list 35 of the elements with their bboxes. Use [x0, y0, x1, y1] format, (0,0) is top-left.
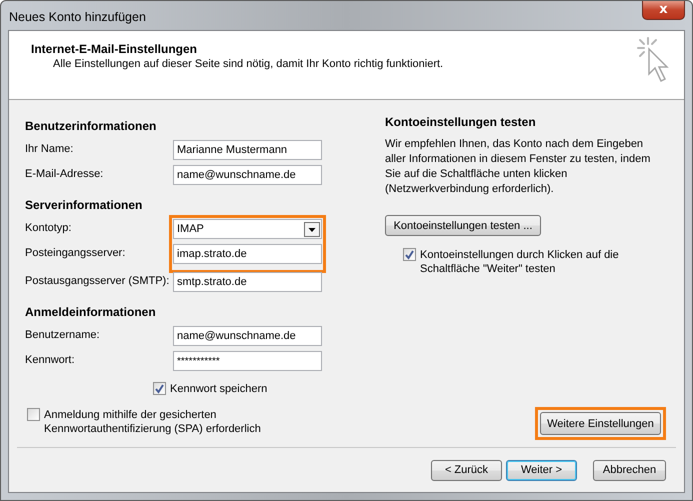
- field-label: E-Mail-Adresse:: [25, 167, 104, 182]
- field-label: Kennwort:: [25, 353, 76, 368]
- wizard-button[interactable]: < Zurück: [431, 460, 502, 480]
- section-heading: Kontoeinstellungen testen: [385, 114, 537, 130]
- checkbox[interactable]: [403, 248, 416, 261]
- checkbox-label: Kennwort speichern: [170, 382, 268, 394]
- account-type-dropdown[interactable]: IMAP: [173, 219, 322, 239]
- section-heading: Anmeldeinformationen: [25, 304, 157, 320]
- field-label: Ihr Name:: [25, 142, 74, 157]
- wizard-button[interactable]: Abbrechen: [593, 460, 666, 480]
- description-text: Wir empfehlen Ihnen, das Konto nach dem Eingeben aller Informationen in diesem Fenster zu testen, indem Sie auf die Schaltfläche unten klicken (Netzwerkverbindung erforderlich).: [385, 137, 652, 197]
- checkbox-label: Kontoeinstellungen durch Klicken auf die Schaltfläche "Weiter" testen: [420, 248, 620, 276]
- close-button[interactable]: x: [642, 1, 685, 20]
- input-field[interactable]: smtp.strato.de: [173, 272, 322, 292]
- page-subtitle: Alle Einstellungen auf dieser Seite sind nötig, damit Ihr Konto richtig funktioniert.: [53, 58, 444, 70]
- checkbox-label: Anmeldung mithilfe der gesicherten Kennwortauthentifizierung (SPA) erforderlich: [44, 408, 262, 436]
- section-heading: Benutzerinformationen: [25, 118, 158, 134]
- field-label: Postausgangsserver (SMTP):: [25, 274, 170, 289]
- section-heading: Serverinformationen: [25, 197, 144, 213]
- more-settings-button[interactable]: Weitere Einstellungen: [540, 412, 661, 435]
- cursor-sparkle-icon: [636, 36, 670, 84]
- checkbox[interactable]: [153, 382, 166, 395]
- page-title: Internet-E-Mail-Einstellungen: [31, 42, 198, 56]
- checkbox[interactable]: [27, 408, 40, 421]
- test-settings-button[interactable]: Kontoeinstellungen testen ...: [385, 215, 541, 236]
- wizard-button[interactable]: Weiter >: [506, 460, 577, 480]
- input-field[interactable]: name@wunschname.de: [173, 326, 322, 346]
- field-label: Posteingangsserver:: [25, 246, 126, 261]
- field-label: Benutzername:: [25, 328, 101, 343]
- window-title: Neues Konto hinzufügen: [9, 10, 146, 24]
- field-label: Kontotyp:: [25, 221, 72, 236]
- input-field[interactable]: imap.strato.de: [173, 244, 322, 264]
- password-field[interactable]: ***********: [173, 351, 322, 371]
- input-field[interactable]: Marianne Mustermann: [173, 140, 322, 160]
- input-field[interactable]: name@wunschname.de: [173, 165, 322, 185]
